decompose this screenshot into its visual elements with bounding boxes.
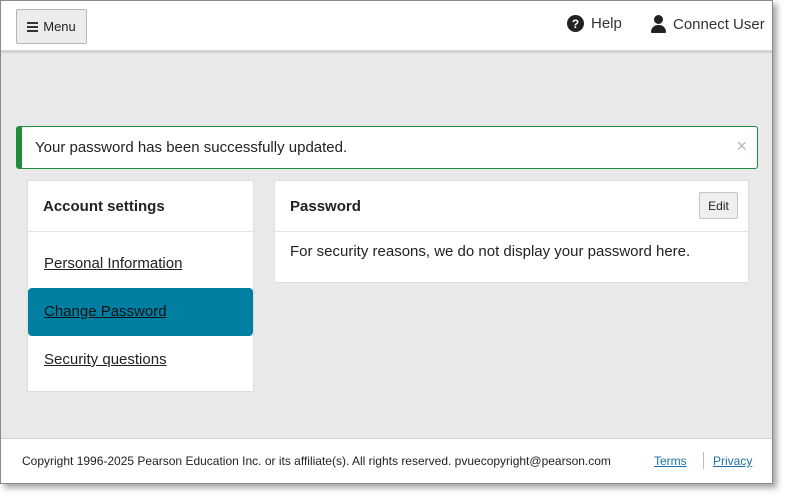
panel-body-text: For security reasons, we do not display …: [290, 243, 691, 260]
terms-link[interactable]: Terms: [654, 454, 687, 468]
menu-button[interactable]: Menu: [16, 9, 87, 44]
connect-user-label: Connect User: [673, 15, 765, 33]
copyright-text: Copyright 1996-2025 Pearson Education In…: [22, 454, 611, 468]
sidebar-item-change-password[interactable]: Change Password: [28, 288, 253, 336]
browser-frame: Menu ? Help Connect User Your password h…: [0, 0, 773, 484]
panel-header: Password Edit: [275, 181, 748, 232]
footer: Copyright 1996-2025 Pearson Education In…: [1, 438, 772, 483]
close-icon[interactable]: ×: [736, 137, 747, 155]
user-icon: [650, 15, 666, 33]
alert-message: Your password has been successfully upda…: [35, 139, 348, 156]
panel-title: Password: [290, 198, 361, 215]
account-settings-sidebar: Account settings Personal Information Ch…: [27, 180, 254, 392]
sidebar-item-personal-information[interactable]: Personal Information: [28, 240, 253, 288]
top-navigation-bar: Menu ? Help Connect User: [1, 1, 772, 53]
help-label: Help: [591, 15, 622, 32]
footer-divider: [703, 452, 704, 469]
help-link[interactable]: ? Help: [567, 15, 622, 32]
privacy-link[interactable]: Privacy: [713, 454, 752, 468]
password-panel: Password Edit For security reasons, we d…: [274, 180, 749, 283]
edit-button[interactable]: Edit: [699, 192, 738, 219]
success-alert: Your password has been successfully upda…: [16, 126, 758, 169]
question-circle-icon: ?: [567, 15, 584, 32]
menu-label: Menu: [43, 19, 76, 34]
sidebar-item-security-questions[interactable]: Security questions: [28, 336, 253, 384]
hamburger-icon: [27, 21, 39, 32]
sidebar-title: Account settings: [28, 181, 253, 232]
connect-user-link[interactable]: Connect User: [650, 15, 765, 33]
